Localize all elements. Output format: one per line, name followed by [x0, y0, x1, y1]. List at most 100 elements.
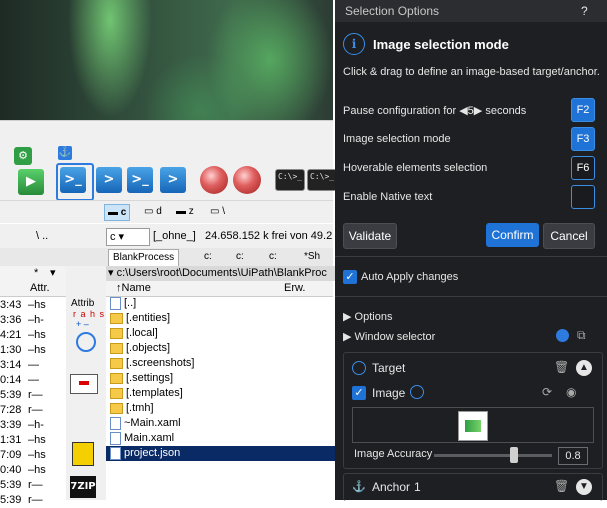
anchor-count: 1 — [414, 480, 421, 494]
time-cell: 7:28 — [0, 404, 22, 416]
image-checkbox[interactable]: ✓ — [352, 386, 366, 400]
drive-c-button[interactable]: ▬ c — [104, 204, 131, 221]
left-list-item[interactable]: 3:43 –hs — [0, 298, 66, 313]
tab-c-1[interactable]: c: — [200, 249, 216, 265]
image-label: Image — [372, 386, 406, 400]
filter-label[interactable]: * — [34, 266, 38, 281]
time-cell: 5:39 — [0, 494, 22, 506]
left-list-item[interactable]: 1:30 –hs — [0, 343, 66, 358]
left-list-item[interactable]: 7:09 –hs — [0, 448, 66, 463]
accuracy-slider-thumb[interactable] — [510, 447, 518, 463]
left-list-item[interactable]: 5:39 r— — [0, 493, 66, 508]
confirm-button[interactable]: Confirm — [486, 223, 539, 247]
trash-icon[interactable]: 🗑 — [554, 479, 569, 493]
current-path[interactable]: ▾ c:\Users\root\Documents\UiPath\BlankPr… — [106, 266, 335, 281]
file-list-item[interactable]: project.json — [106, 446, 337, 461]
chevron-down-icon[interactable]: ▾ — [50, 266, 56, 281]
file-list-item[interactable]: [.templates] — [106, 386, 337, 401]
left-list-item[interactable]: 3:14 — — [0, 358, 66, 373]
left-list-item[interactable]: 0:14 — — [0, 373, 66, 388]
record-button[interactable]: ▶ — [18, 169, 44, 195]
parent-folder-icon — [110, 296, 121, 310]
file-list-item[interactable]: ~Main.xaml — [106, 416, 337, 431]
red-sphere-button-1[interactable] — [200, 166, 228, 194]
attr-cell: –hs — [28, 434, 46, 446]
drive-root-button[interactable]: ▭ \ — [210, 204, 225, 219]
trash-icon[interactable]: 🗑 — [554, 360, 569, 374]
accuracy-value-input[interactable]: 0.8 — [558, 447, 588, 465]
accuracy-slider[interactable] — [434, 454, 552, 457]
desktop-background — [0, 0, 333, 120]
pause-increment[interactable]: ▶ — [474, 105, 482, 117]
time-cell: 1:31 — [0, 434, 22, 446]
tab-sh[interactable]: *Sh — [300, 249, 324, 265]
file-list-item[interactable]: [.objects] — [106, 341, 337, 356]
left-list-item[interactable]: 0:40 –hs — [0, 463, 66, 478]
left-path-fragment: \ .. — [36, 230, 49, 242]
native-text-key[interactable] — [571, 185, 595, 209]
left-list-item[interactable]: 5:39 r— — [0, 388, 66, 403]
left-list-item[interactable]: 1:31 –hs — [0, 433, 66, 448]
search-icon[interactable] — [76, 332, 96, 352]
drive-d-button[interactable]: ▭ d — [144, 204, 162, 219]
left-list-item[interactable]: 4:21 –hs — [0, 328, 66, 343]
attr-header[interactable]: Attr. — [30, 281, 50, 296]
terminal-button-2[interactable]: C:\>_ — [307, 169, 337, 191]
expand-anchor-button[interactable]: ▼ — [576, 479, 592, 495]
powershell-button-1[interactable]: >_ — [60, 167, 86, 193]
window-target-icon[interactable] — [556, 329, 569, 342]
file-list-item[interactable]: Main.xaml — [106, 431, 337, 446]
tab-c-2[interactable]: c: — [232, 249, 248, 265]
powershell-button-2[interactable]: > — [96, 167, 122, 193]
red-sphere-button-2[interactable] — [233, 166, 261, 194]
tc-toolbar: ⚙ ⚓ ▶ >_ > >_ > C:\>_ C:\>_ — [0, 120, 337, 201]
green-gear-icon[interactable]: ⚙ — [14, 147, 32, 165]
image-target-icon[interactable] — [410, 385, 424, 399]
options-expander[interactable]: ▶ Options — [343, 310, 392, 323]
refresh-icon[interactable]: ⟳ — [542, 385, 552, 399]
calculator-icon[interactable] — [72, 442, 94, 466]
file-list-item[interactable]: [..] — [106, 296, 337, 311]
image-accuracy-label: Image Accuracy — [354, 448, 433, 460]
hoverable-key[interactable]: F6 — [571, 156, 595, 180]
file-name: [.screenshots] — [126, 357, 195, 369]
path-bar: \ .. c ▾ [_ohne_] 24.658.152 k frei von … — [0, 224, 333, 248]
tab-blankprocess[interactable]: BlankProcess — [108, 249, 180, 266]
terminal-button-1[interactable]: C:\>_ — [275, 169, 305, 191]
powershell-button-3[interactable]: >_ — [127, 167, 153, 193]
anchor-icon: ⚓ — [352, 481, 366, 493]
drive-z-button[interactable]: ▬ z — [176, 204, 194, 219]
7zip-icon[interactable]: 7ZIP — [70, 476, 96, 498]
pause-decrement[interactable]: ◀ — [459, 105, 467, 117]
right-file-pane: ▾ c:\Users\root\Documents\UiPath\BlankPr… — [106, 266, 337, 500]
copy-icon[interactable]: ⧉ — [577, 328, 586, 343]
file-list-item[interactable]: [.settings] — [106, 371, 337, 386]
cancel-button[interactable]: Cancel — [543, 223, 595, 249]
tab-c-3[interactable]: c: — [265, 249, 281, 265]
file-list-item[interactable]: [.tmh] — [106, 401, 337, 416]
file-list-item[interactable]: [.entities] — [106, 311, 337, 326]
left-col-header[interactable]: Attr. — [0, 281, 66, 297]
window-selector-expander[interactable]: ▶ Window selector — [343, 330, 435, 343]
tab-row: BlankProcess c: c: c: *Sh — [0, 248, 333, 266]
name-column-header[interactable]: ↑Name — [116, 281, 151, 296]
powershell-button-4[interactable]: > — [160, 167, 186, 193]
file-list-item[interactable]: [.screenshots] — [106, 356, 337, 371]
left-list-item[interactable]: 5:39 r— — [0, 478, 66, 493]
collapse-target-button[interactable]: ▲ — [576, 360, 592, 376]
file-name: [.objects] — [126, 342, 171, 354]
pause-shortcut-key[interactable]: F2 — [571, 98, 595, 122]
compare-icon[interactable] — [70, 374, 98, 394]
left-list-item[interactable]: 7:28 r— — [0, 403, 66, 418]
image-selection-key[interactable]: F3 — [571, 127, 595, 151]
auto-apply-checkbox[interactable]: ✓ — [343, 270, 357, 284]
help-icon[interactable]: ? — [581, 4, 588, 18]
drive-combo[interactable]: c ▾ — [106, 228, 150, 246]
validate-button[interactable]: Validate — [343, 223, 397, 249]
ext-column-header[interactable]: Erw. — [284, 281, 305, 296]
left-list-item[interactable]: 3:36 –h- — [0, 313, 66, 328]
target-icon — [352, 361, 366, 375]
eye-icon[interactable]: ◉ — [566, 385, 576, 399]
file-list-item[interactable]: [.local] — [106, 326, 337, 341]
left-list-item[interactable]: 3:39 –h- — [0, 418, 66, 433]
